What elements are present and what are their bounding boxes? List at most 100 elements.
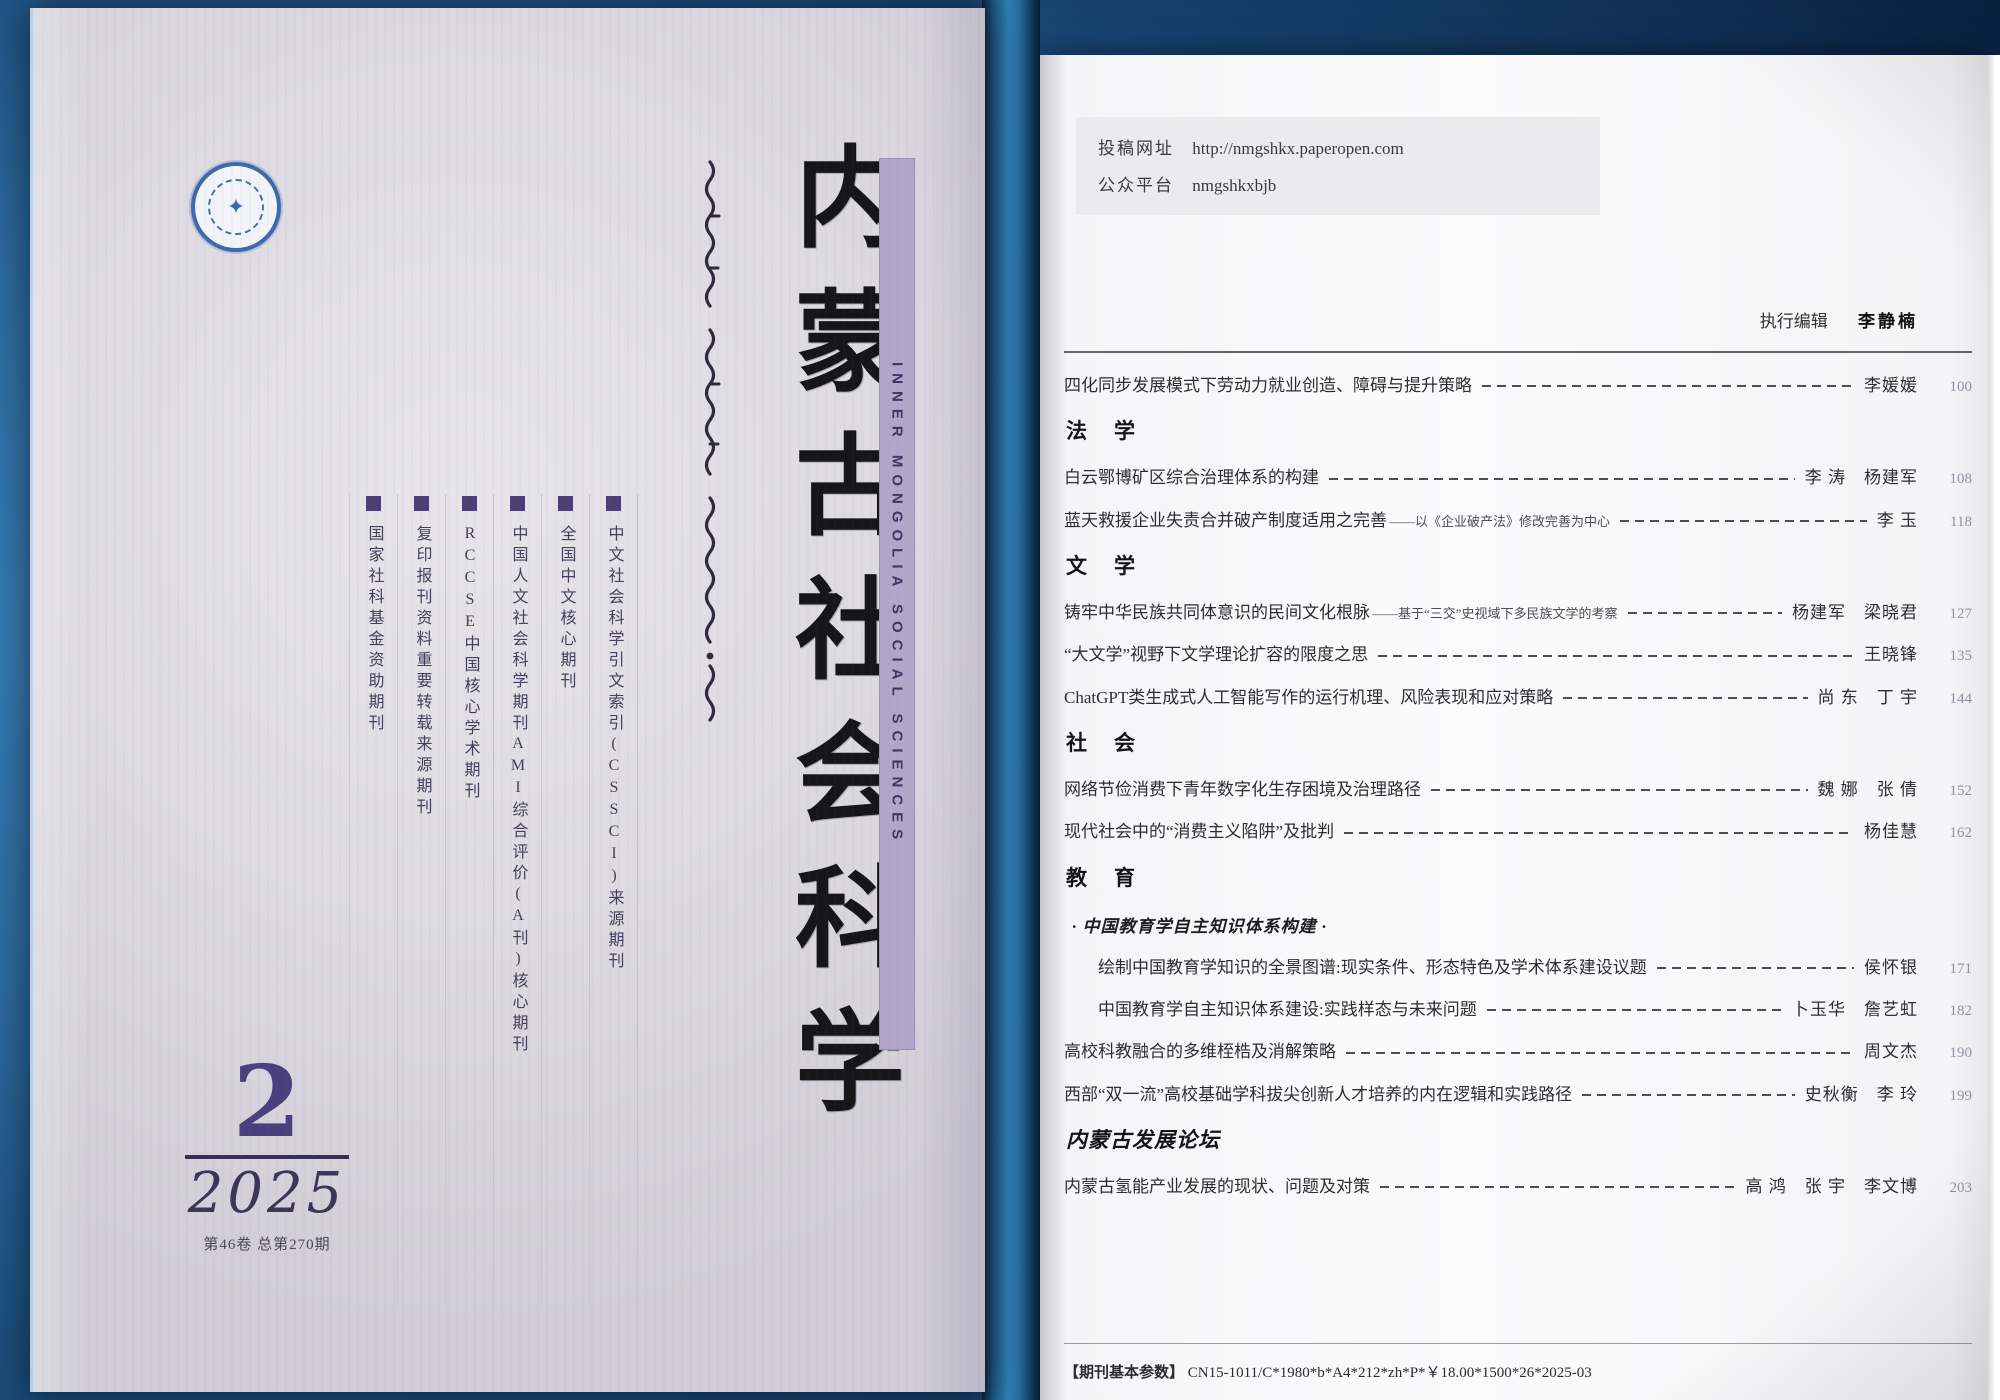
article-title: 四化同步发展模式下劳动力就业创造、障碍与提升策略 — [1064, 373, 1472, 399]
page-number: 118 — [1930, 511, 1972, 534]
journal-title-vertical: 内蒙古社会科学 — [745, 140, 895, 1215]
article-title: 西部“双一流”高校基础学科拔尖创新人才培养的内在逻辑和实践路径 — [1064, 1082, 1572, 1108]
article-title: 中国教育学自主知识体系建设:实践样态与未来问题 — [1098, 997, 1477, 1023]
toc-entry: 四化同步发展模式下劳动力就业创造、障碍与提升策略 李媛媛 100 — [1064, 373, 1972, 399]
square-bullet-icon — [606, 496, 621, 511]
seal-emblem-icon: ✦ — [208, 179, 264, 235]
square-bullet-icon — [414, 496, 429, 511]
toc-top-rule — [1064, 351, 1972, 353]
article-title: 绘制中国教育学知识的全景图谱:现实条件、形态特色及学术体系建设议题 — [1098, 955, 1647, 981]
toc-entry: ChatGPT类生成式人工智能写作的运行机理、风险表现和应对策略 尚 东 丁 宇 1… — [1064, 685, 1972, 711]
square-bullet-icon — [558, 496, 573, 511]
parameters-value: CN15-1011/C*1980*b*A4*212*zh*P*￥18.00*15… — [1188, 1365, 1592, 1381]
editor-label: 执行编辑 — [1760, 312, 1828, 331]
toc-entry: 铸牢中华民族共同体意识的民间文化根脉——基于“三交”史视域下多民族文学的考察 杨建… — [1064, 600, 1972, 626]
table-of-contents: 四化同步发展模式下劳动力就业创造、障碍与提升策略 李媛媛 100 法 学白云鄂博矿区综… — [1064, 373, 1972, 1216]
submission-url-value: http://nmgshkx.paperopen.com — [1192, 139, 1404, 158]
toc-section-header: 社 会 — [1066, 727, 1972, 757]
english-title-text: INNER MONGOLIA SOCIAL SCIENCES — [889, 362, 906, 846]
dash-leader — [1657, 967, 1854, 969]
toc-entry: 蓝天救援企业失责合并破产制度适用之完善——以《企业破产法》修改完善为中心李 玉1… — [1064, 508, 1972, 534]
toc-entry: 白云鄂博矿区综合治理体系的构建 李 涛 杨建军 108 — [1064, 465, 1972, 491]
journal-seal-logo: ✦ — [191, 162, 281, 252]
submission-info-box: 投稿网址 http://nmgshkx.paperopen.com 公众平台 n… — [1076, 117, 1600, 215]
article-authors: 王晓锋 — [1864, 642, 1918, 668]
honor-column: 中文社会科学引文索引(CSSCI)来源期刊 — [590, 494, 638, 1304]
honor-column: RCCSE中国核心学术期刊 — [446, 494, 494, 1304]
article-authors: 高 鸿 张 宇 李文博 — [1746, 1174, 1919, 1200]
parameters-label: 【期刊基本参数】 — [1064, 1365, 1184, 1381]
square-bullet-icon — [366, 496, 381, 511]
article-authors: 卜玉华 詹艺虹 — [1792, 997, 1918, 1023]
article-title: 网络节俭消费下青年数字化生存困境及治理路径 — [1064, 777, 1421, 803]
dash-leader — [1346, 1052, 1854, 1054]
article-authors: 魏 娜 张 倩 — [1818, 777, 1919, 803]
page-number: 162 — [1930, 822, 1972, 845]
magazine-spread: ✦ 国家社科基金资助期刊复印报刊资料重要转载来源期刊RCCSE中国核心学术期刊中… — [0, 0, 2000, 1400]
dash-leader — [1620, 520, 1867, 522]
page-number: 203 — [1930, 1177, 1972, 1200]
article-authors: 李 涛 杨建军 — [1805, 465, 1918, 491]
toc-section-header: 文 学 — [1066, 550, 1972, 580]
article-authors: 杨建军 梁晓君 — [1792, 600, 1918, 626]
honor-column: 国家社科基金资助期刊 — [349, 494, 398, 1304]
article-title: 白云鄂博矿区综合治理体系的构建 — [1064, 465, 1319, 491]
page-number: 190 — [1930, 1042, 1972, 1065]
page-number: 182 — [1930, 1000, 1972, 1023]
dash-leader — [1380, 1186, 1736, 1188]
toc-entry: 绘制中国教育学知识的全景图谱:现实条件、形态特色及学术体系建设议题侯怀银171 — [1064, 955, 1972, 981]
wechat-line: 公众平台 nmgshkxbjb — [1098, 171, 1578, 196]
honor-label: 中国人文社会科学期刊AMI综合评价(A刊)核心期刊 — [510, 525, 526, 1056]
page-number: 199 — [1930, 1085, 1972, 1108]
article-title: ChatGPT类生成式人工智能写作的运行机理、风险表现和应对策略 — [1064, 685, 1553, 711]
article-authors: 杨佳慧 — [1864, 819, 1918, 845]
dash-leader — [1344, 832, 1854, 834]
article-title: 高校科教融合的多维桎梏及消解策略 — [1064, 1039, 1336, 1065]
article-authors: 李 玉 — [1877, 508, 1918, 534]
dash-leader — [1487, 1009, 1782, 1011]
toc-section-header: 法 学 — [1066, 415, 1972, 445]
issue-year: 2025 — [181, 1165, 353, 1224]
honor-column: 中国人文社会科学期刊AMI综合评价(A刊)核心期刊 — [494, 494, 542, 1304]
honor-label: RCCSE中国核心学术期刊 — [462, 525, 478, 803]
toc-entry: 中国教育学自主知识体系建设:实践样态与未来问题 卜玉华 詹艺虹 182 — [1064, 997, 1972, 1023]
square-bullet-icon — [510, 496, 525, 511]
page-number: 108 — [1930, 468, 1972, 491]
article-authors: 李媛媛 — [1864, 373, 1918, 399]
page-number: 127 — [1930, 603, 1972, 626]
honor-column: 全国中文核心期刊 — [542, 494, 590, 1304]
honor-label: 全国中文核心期刊 — [558, 525, 574, 693]
submission-url-line: 投稿网址 http://nmgshkx.paperopen.com — [1098, 134, 1578, 159]
dash-leader — [1582, 1094, 1795, 1096]
dash-leader — [1628, 612, 1782, 614]
toc-entry: 高校科教融合的多维桎梏及消解策略周文杰190 — [1064, 1039, 1972, 1065]
wechat-label: 公众平台 — [1098, 176, 1174, 195]
page-number: 100 — [1930, 376, 1972, 399]
article-title: 内蒙古氢能产业发展的现状、问题及对策 — [1064, 1174, 1370, 1200]
submission-url-label: 投稿网址 — [1098, 139, 1174, 158]
article-authors: 尚 东 丁 宇 — [1818, 685, 1919, 711]
article-title: 铸牢中华民族共同体意识的民间文化根脉 — [1064, 600, 1370, 626]
toc-page: 投稿网址 http://nmgshkx.paperopen.com 公众平台 n… — [1040, 55, 1988, 1400]
toc-subsection-header: · 中国教育学自主知识体系构建 · — [1072, 912, 1972, 937]
journal-parameters: 【期刊基本参数】 CN15-1011/C*1980*b*A4*212*zh*P*… — [1064, 1361, 1972, 1382]
article-subtitle: ——基于“三交”史视域下多民族文学的考察 — [1372, 604, 1618, 624]
dash-leader — [1482, 385, 1854, 387]
issue-number: 2 — [181, 1056, 353, 1149]
page-number: 171 — [1930, 958, 1972, 981]
dash-leader — [1378, 655, 1854, 657]
toc-entry: 现代社会中的“消费主义陷阱”及批判杨佳慧162 — [1064, 819, 1972, 845]
toc-entry: 网络节俭消费下青年数字化生存困境及治理路径 魏 娜 张 倩 152 — [1064, 777, 1972, 803]
issue-block: 2 2025 第46卷 总第270期 — [181, 1056, 353, 1254]
square-bullet-icon — [462, 496, 477, 511]
page-number: 152 — [1930, 780, 1972, 803]
toc-entry: “大文学”视野下文学理论扩容的限度之思王晓锋135 — [1064, 642, 1972, 668]
article-title: 蓝天救援企业失责合并破产制度适用之完善 — [1064, 508, 1387, 534]
page-number: 144 — [1930, 688, 1972, 711]
page-edge-highlight — [1988, 55, 2000, 1400]
toc-entry: 内蒙古氢能产业发展的现状、问题及对策 高 鸿 张 宇 李文博 203 — [1064, 1174, 1972, 1200]
dash-leader — [1563, 697, 1807, 699]
executive-editor-line: 执行编辑 李静楠 — [1760, 307, 1918, 332]
toc-section-header: 内蒙古发展论坛 — [1066, 1124, 1972, 1154]
toc-section-header: 教 育 — [1066, 862, 1972, 892]
